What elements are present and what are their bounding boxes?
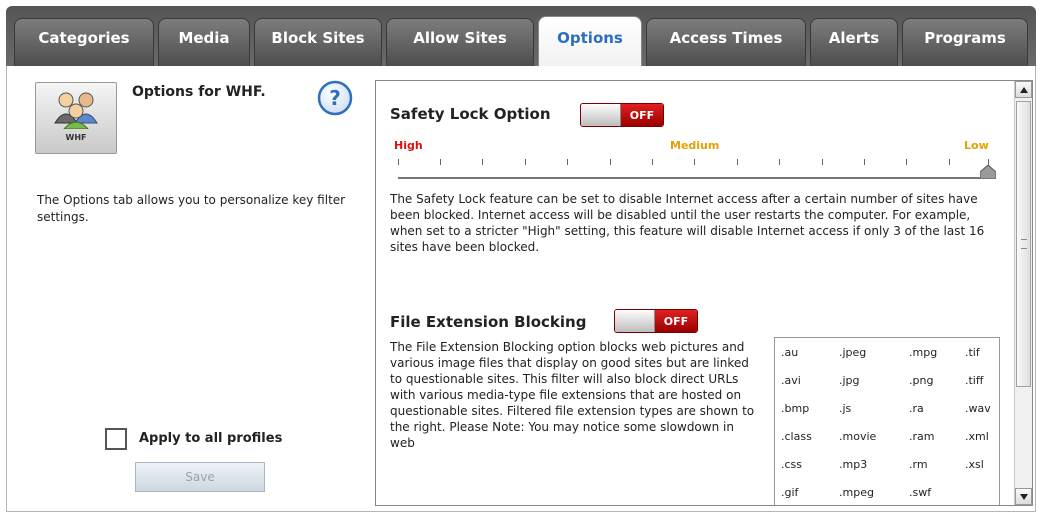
extension-item: .wav [965, 402, 991, 415]
arrow-down-icon [1019, 493, 1028, 500]
scroll-up-button[interactable] [1015, 81, 1032, 98]
scroll-down-button[interactable] [1015, 488, 1032, 505]
extension-item: .xml [965, 430, 989, 443]
scroll-thumb[interactable] [1016, 101, 1031, 387]
tab-block-sites[interactable]: Block Sites [254, 18, 382, 66]
extension-item: .js [839, 402, 852, 415]
tab-bar: Categories Media Block Sites Allow Sites… [6, 6, 1036, 68]
tab-media[interactable]: Media [158, 18, 250, 66]
slider-tick [525, 159, 526, 165]
extension-item: .xsl [965, 458, 984, 471]
safety-lock-slider-thumb[interactable] [980, 165, 996, 179]
extension-item: .avi [781, 374, 801, 387]
slider-tick [694, 159, 695, 165]
help-icon[interactable]: ? [317, 80, 353, 116]
users-icon [54, 92, 98, 129]
extension-item: .ram [909, 430, 935, 443]
extension-item: .bmp [781, 402, 810, 415]
tab-alerts[interactable]: Alerts [810, 18, 898, 66]
extension-item: .tiff [965, 374, 984, 387]
tab-allow-sites[interactable]: Allow Sites [386, 18, 534, 66]
extension-item: .swf [909, 486, 932, 499]
safety-lock-title: Safety Lock Option [390, 105, 551, 123]
tab-categories[interactable]: Categories [14, 18, 154, 66]
settings-scroll-area[interactable]: Safety Lock Option OFF High Medium Low T… [375, 80, 1033, 506]
tab-programs[interactable]: Programs [902, 18, 1028, 66]
extension-item: .movie [839, 430, 877, 443]
slider-tick [482, 159, 483, 165]
slider-tick [906, 159, 907, 165]
arrow-up-icon [1019, 86, 1028, 93]
extension-item: .mp3 [839, 458, 868, 471]
extension-list: .au .jpeg .mpg .tif .avi .jpg .png .tiff… [774, 337, 1000, 505]
level-low-label: Low [964, 139, 989, 152]
level-medium-label: Medium [670, 139, 720, 152]
apply-all-checkbox[interactable] [105, 428, 127, 450]
file-extension-toggle[interactable]: OFF [614, 309, 698, 333]
tab-options[interactable]: Options [538, 16, 642, 68]
safety-lock-slider-track[interactable] [398, 177, 992, 179]
options-panel: WHF Options for WHF. ? The Options tab a… [6, 66, 1036, 512]
extension-item: .png [909, 374, 934, 387]
toggle-knob [581, 104, 621, 126]
extension-item: .mpeg [839, 486, 874, 499]
profile-tile-label: WHF [65, 133, 87, 142]
save-button[interactable]: Save [135, 462, 265, 492]
profile-tile[interactable]: WHF [35, 82, 117, 154]
toggle-knob [615, 310, 655, 332]
extension-item: .tif [965, 346, 980, 359]
svg-text:?: ? [329, 86, 341, 110]
slider-tick [652, 159, 653, 165]
file-extension-description: The File Extension Blocking option block… [390, 340, 755, 450]
extension-item: .mpg [909, 346, 938, 359]
slider-tick [567, 159, 568, 165]
extension-item: .ra [909, 402, 924, 415]
options-description: The Options tab allows you to personaliz… [37, 193, 346, 224]
slider-tick [822, 159, 823, 165]
slider-tick [949, 159, 950, 165]
level-high-label: High [394, 139, 423, 152]
slider-tick [440, 159, 441, 165]
extension-item: .class [781, 430, 812, 443]
safety-lock-toggle[interactable]: OFF [580, 103, 664, 127]
apply-all-label: Apply to all profiles [139, 431, 283, 446]
slider-tick [398, 159, 399, 165]
page-title: Options for WHF. [132, 84, 266, 100]
vertical-scrollbar[interactable] [1014, 81, 1032, 505]
toggle-state-label: OFF [655, 310, 697, 332]
extension-item: .au [781, 346, 799, 359]
file-extension-title: File Extension Blocking [390, 313, 587, 331]
extension-item: .css [781, 458, 803, 471]
extension-item: .gif [781, 486, 799, 499]
safety-lock-description: The Safety Lock feature can be set to di… [390, 192, 985, 254]
slider-tick [610, 159, 611, 165]
extension-item: .rm [909, 458, 928, 471]
slider-tick [737, 159, 738, 165]
extension-item: .jpg [839, 374, 860, 387]
tab-access-times[interactable]: Access Times [646, 18, 806, 66]
extension-item: .jpeg [839, 346, 867, 359]
scroll-grip [1020, 239, 1027, 249]
slider-tick [864, 159, 865, 165]
toggle-state-label: OFF [621, 104, 663, 126]
slider-tick [779, 159, 780, 165]
